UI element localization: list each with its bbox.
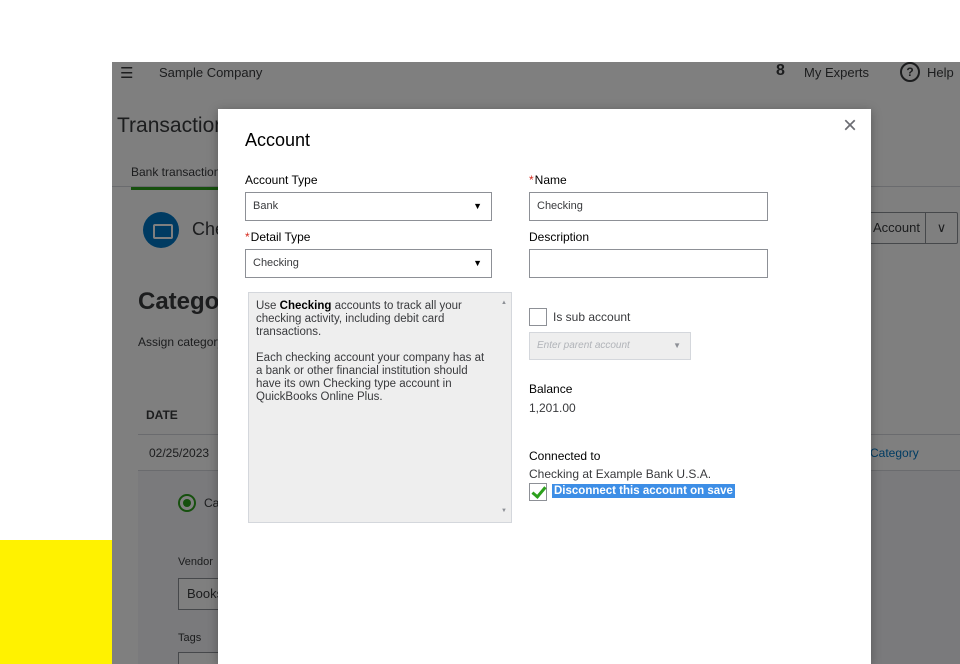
account-modal: × Account Account Type Bank ▼ *Detail Ty… (218, 109, 871, 664)
dropdown-arrow-icon: ▼ (473, 258, 482, 268)
account-type-label: Account Type (245, 173, 318, 187)
scroll-down-icon[interactable]: ▼ (501, 505, 507, 518)
connected-value: Checking at Example Bank U.S.A. (529, 467, 712, 481)
scroll-up-icon[interactable]: ▲ (501, 297, 507, 310)
detail-type-label-text: Detail Type (250, 230, 311, 244)
dropdown-arrow-icon: ▼ (673, 341, 681, 350)
account-type-value: Bank (253, 200, 279, 212)
sub-account-label: Is sub account (553, 310, 631, 324)
name-label-text: Name (534, 173, 567, 187)
description-input[interactable] (529, 249, 768, 278)
dropdown-arrow-icon: ▼ (473, 201, 482, 211)
description-label: Description (529, 230, 590, 244)
description-paragraph: Use Checking accounts to track all your … (256, 300, 462, 338)
disconnect-label[interactable]: Disconnect this account on save (552, 484, 735, 498)
account-type-select[interactable]: Bank ▼ (245, 192, 492, 221)
balance-value: 1,201.00 (529, 401, 576, 415)
name-label: *Name (529, 173, 567, 187)
balance-label: Balance (529, 382, 573, 396)
detail-type-description[interactable]: Use Checking accounts to track all your … (248, 292, 512, 523)
detail-type-value: Checking (253, 257, 299, 269)
close-icon[interactable]: × (843, 112, 857, 140)
sub-account-checkbox[interactable] (529, 308, 547, 326)
name-input[interactable]: Checking (529, 192, 768, 221)
detail-type-select[interactable]: Checking ▼ (245, 249, 492, 278)
modal-title: Account (245, 130, 311, 150)
parent-account-placeholder: Enter parent account (537, 340, 630, 351)
connected-label: Connected to (529, 449, 601, 463)
detail-type-label: *Detail Type (245, 230, 311, 244)
description-paragraph: Each checking account your company has a… (256, 352, 485, 403)
disconnect-checkbox[interactable] (529, 483, 547, 501)
parent-account-select[interactable]: Enter parent account ▼ (529, 332, 691, 360)
